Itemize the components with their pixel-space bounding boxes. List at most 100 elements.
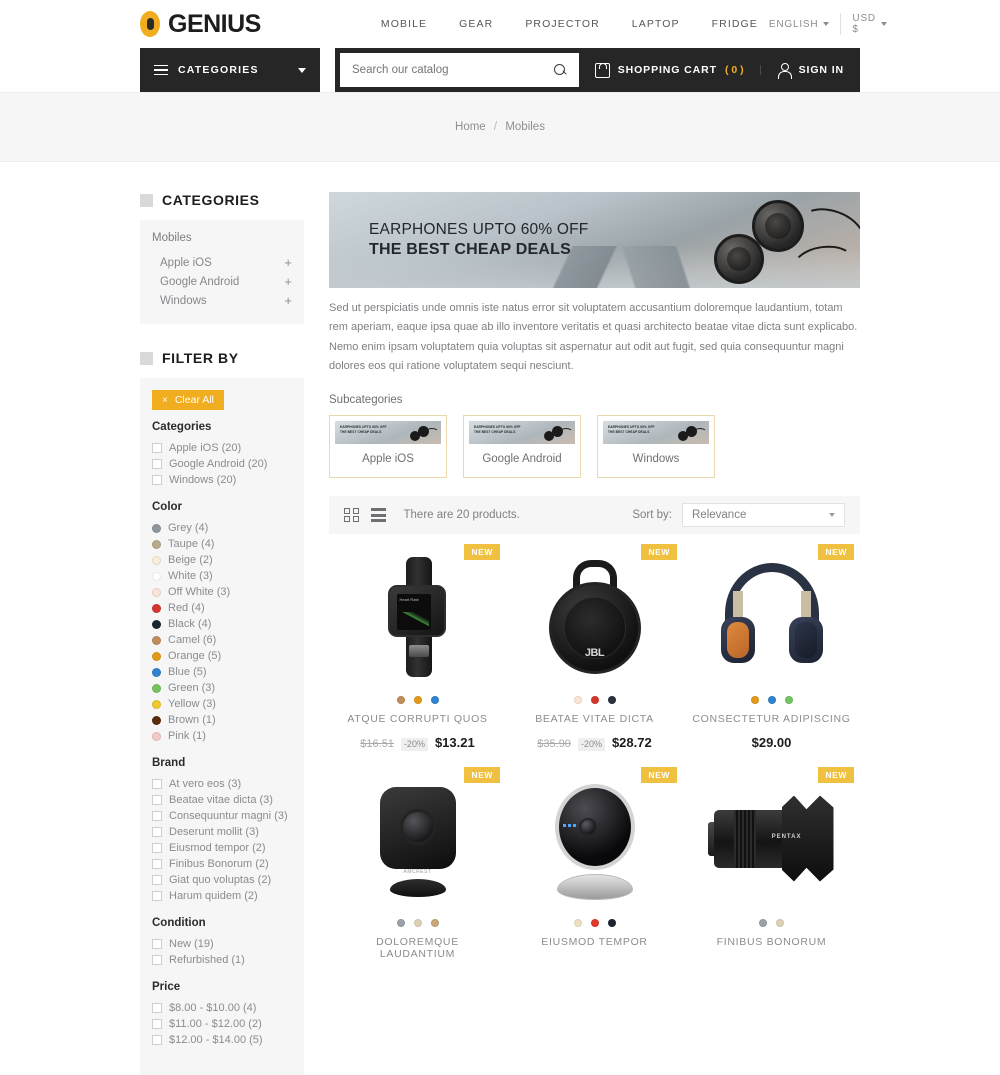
product-color-swatch[interactable] (430, 918, 439, 927)
shopping-cart-button[interactable]: SHOPPING CART ( 0 ) (579, 53, 760, 87)
plus-icon[interactable]: + (284, 275, 292, 288)
product-name[interactable]: EIUSMOD TEMPOR (514, 936, 675, 948)
sign-in-button[interactable]: SIGN IN (761, 53, 860, 87)
product-image-wrapper[interactable]: PENTAX (691, 771, 852, 909)
sidebar-item-google-android[interactable]: Google Android + (152, 272, 292, 291)
product-color-swatch[interactable] (430, 696, 439, 704)
filter-option[interactable]: Finibus Bonorum (2) (152, 856, 292, 872)
language-selector[interactable]: ENGLISH (758, 19, 841, 30)
filter-option[interactable]: Off White (3) (152, 584, 292, 600)
filter-option[interactable]: Red (4) (152, 600, 292, 616)
product-color-swatch[interactable] (396, 696, 405, 704)
search-input[interactable] (352, 64, 554, 76)
product-color-swatch[interactable] (776, 918, 784, 927)
product-color-swatch[interactable] (590, 918, 599, 927)
product-color-swatch[interactable] (396, 918, 405, 927)
product-color-swatch[interactable] (607, 696, 616, 704)
product-name[interactable]: DOLOREMQUE LAUDANTIUM (337, 936, 498, 960)
category-root[interactable]: Mobiles (152, 232, 292, 244)
logo[interactable]: GENIUS (140, 10, 261, 39)
filter-option[interactable]: Eiusmod tempor (2) (152, 840, 292, 856)
checkbox[interactable] (152, 875, 162, 885)
product-color-swatch[interactable] (413, 696, 422, 704)
filter-option[interactable]: Consequuntur magni (3) (152, 808, 292, 824)
list-view-icon[interactable] (370, 508, 386, 522)
product-color-swatch[interactable] (759, 918, 767, 927)
filter-option[interactable]: $12.00 - $14.00 (5) (152, 1032, 292, 1048)
filter-option[interactable]: Refurbished (1) (152, 952, 292, 968)
checkbox[interactable] (152, 843, 162, 853)
filter-option[interactable]: Beige (2) (152, 552, 292, 568)
checkbox[interactable] (152, 779, 162, 789)
grid-view-icon[interactable] (344, 507, 359, 523)
plus-icon[interactable]: + (284, 294, 292, 307)
breadcrumb-home[interactable]: Home (455, 121, 486, 133)
filter-option[interactable]: Brown (1) (152, 712, 292, 728)
search-box[interactable] (340, 53, 579, 87)
checkbox[interactable] (152, 811, 162, 821)
product-name[interactable]: BEATAE VITAE DICTA (514, 713, 675, 725)
filter-option[interactable]: Green (3) (152, 680, 292, 696)
filter-option[interactable]: Apple iOS (20) (152, 440, 292, 456)
subcategory-card[interactable]: EARPHONES UPTO 60% OFF THE BEST CHEAP DEA… (597, 415, 715, 478)
filter-option[interactable]: Pink (1) (152, 728, 292, 744)
filter-option[interactable]: Giat quo voluptas (2) (152, 872, 292, 888)
checkbox[interactable] (152, 475, 162, 485)
filter-option[interactable]: Windows (20) (152, 472, 292, 488)
filter-option[interactable]: Grey (4) (152, 520, 292, 536)
filter-option[interactable]: Black (4) (152, 616, 292, 632)
checkbox[interactable] (152, 827, 162, 837)
checkbox[interactable] (152, 891, 162, 901)
product-card[interactable]: NEW Heart Rate ATQUE CORRUPTI QUOS $16.51 -2… (329, 534, 506, 757)
filter-option[interactable]: Taupe (4) (152, 536, 292, 552)
sort-select[interactable]: Relevance (682, 503, 845, 527)
filter-option[interactable]: White (3) (152, 568, 292, 584)
clear-all-button[interactable]: × Clear All (152, 390, 224, 410)
product-color-swatch[interactable] (784, 696, 793, 704)
subcategory-card[interactable]: EARPHONES UPTO 60% OFF THE BEST CHEAP DEA… (463, 415, 581, 478)
checkbox[interactable] (152, 955, 162, 965)
subcategory-card[interactable]: EARPHONES UPTO 60% OFF THE BEST CHEAP DEA… (329, 415, 447, 478)
checkbox[interactable] (152, 939, 162, 949)
nav-item-projector[interactable]: PROJECTOR (525, 18, 599, 30)
hero-banner[interactable]: EARPHONES UPTO 60% OFF THE BEST CHEAP DE… (329, 192, 860, 288)
product-color-swatch[interactable] (413, 918, 422, 927)
filter-option[interactable]: Harum quidem (2) (152, 888, 292, 904)
plus-icon[interactable]: + (284, 256, 292, 269)
checkbox[interactable] (152, 1019, 162, 1029)
product-image-wrapper[interactable] (514, 771, 675, 909)
sidebar-item-apple-ios[interactable]: Apple iOS + (152, 253, 292, 272)
product-card[interactable]: NEW AMCREST DOLOREMQUE LAUDANTIUM (329, 757, 506, 966)
product-image-wrapper[interactable]: AMCREST (337, 771, 498, 909)
product-color-swatch[interactable] (573, 918, 582, 927)
categories-button[interactable]: CATEGORIES (140, 48, 320, 92)
filter-option[interactable]: $11.00 - $12.00 (2) (152, 1016, 292, 1032)
product-image-wrapper[interactable] (691, 548, 852, 686)
nav-item-laptop[interactable]: LAPTOP (632, 18, 680, 30)
filter-option[interactable]: $8.00 - $10.00 (4) (152, 1000, 292, 1016)
nav-item-mobile[interactable]: MOBILE (381, 18, 427, 30)
product-name[interactable]: ATQUE CORRUPTI QUOS (337, 713, 498, 725)
product-color-swatch[interactable] (767, 696, 776, 704)
checkbox[interactable] (152, 1035, 162, 1045)
product-color-swatch[interactable] (573, 696, 582, 704)
product-image-wrapper[interactable]: JBL (514, 548, 675, 686)
checkbox[interactable] (152, 795, 162, 805)
product-card[interactable]: NEW CONSECTETUR ADIPISCING $29.00 (683, 534, 860, 757)
filter-option[interactable]: Camel (6) (152, 632, 292, 648)
filter-option[interactable]: At vero eos (3) (152, 776, 292, 792)
product-card[interactable]: NEW JBL BEATAE VITAE DICTA $35.90 -20% $28.72 (506, 534, 683, 757)
filter-option[interactable]: Deserunt mollit (3) (152, 824, 292, 840)
search-icon[interactable] (553, 63, 567, 77)
checkbox[interactable] (152, 443, 162, 453)
filter-option[interactable]: Beatae vitae dicta (3) (152, 792, 292, 808)
filter-option[interactable]: Google Android (20) (152, 456, 292, 472)
product-image-wrapper[interactable]: Heart Rate (337, 548, 498, 686)
filter-option[interactable]: Orange (5) (152, 648, 292, 664)
checkbox[interactable] (152, 1003, 162, 1013)
nav-item-fridge[interactable]: FRIDGE (712, 18, 758, 30)
product-name[interactable]: FINIBUS BONORUM (691, 936, 852, 948)
product-card[interactable]: NEW PENTAX FINIBUS BONORUM (683, 757, 860, 966)
product-name[interactable]: CONSECTETUR ADIPISCING (691, 713, 852, 725)
currency-selector[interactable]: USD $ (840, 13, 898, 35)
